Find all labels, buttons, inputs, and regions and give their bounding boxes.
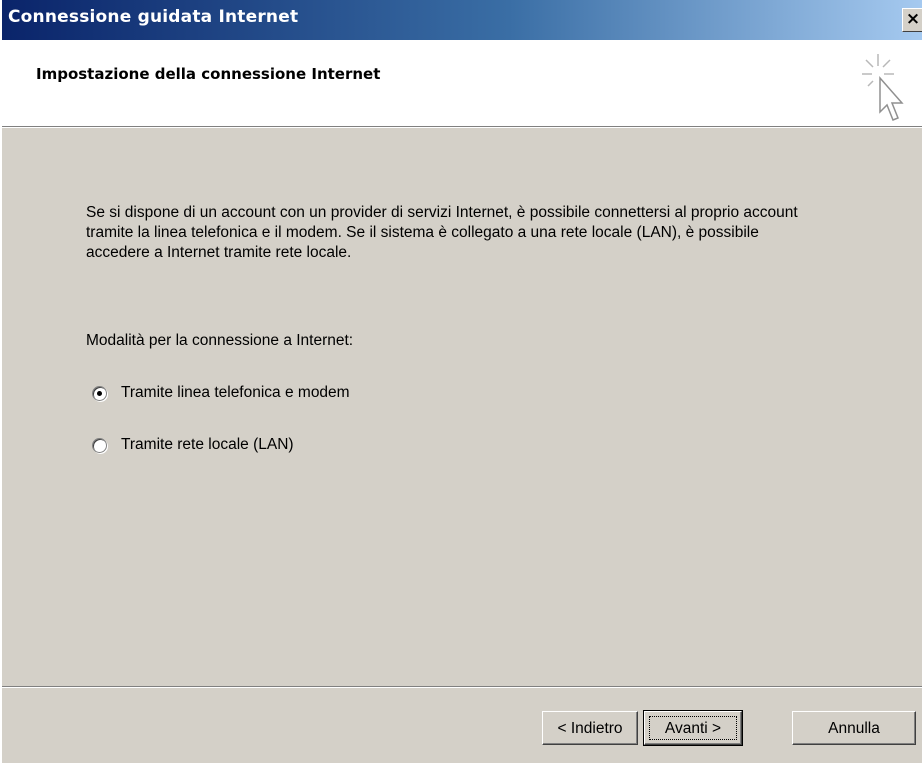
radio-label-modem[interactable]: Tramite linea telefonica e modem [121,384,350,402]
back-button[interactable]: < Indietro [542,711,638,745]
radio-label-lan[interactable]: Tramite rete locale (LAN) [121,436,294,454]
description-text: Se si dispone di un account con un provi… [86,204,798,261]
focus-rectangle [649,716,737,740]
close-button[interactable]: × [902,8,922,32]
title-bar[interactable]: Connessione guidata Internet × [2,0,922,40]
close-icon: × [905,9,921,29]
page-title: Impostazione della connessione Internet [36,65,381,83]
footer-separator [2,686,922,688]
wizard-content: Se si dispone di un account con un provi… [2,128,922,683]
next-button[interactable]: Avanti > [643,710,743,746]
wizard-header: Impostazione della connessione Internet [2,40,922,127]
connection-mode-label: Modalità per la connessione a Internet: [86,332,354,349]
radio-option-modem[interactable]: Tramite linea telefonica e modem [92,382,350,404]
dialog-window: Connessione guidata Internet × Impostazi… [0,0,922,763]
radio-button-checked[interactable] [92,385,107,401]
window-title: Connessione guidata Internet [8,7,299,27]
cancel-button[interactable]: Annulla [792,711,916,745]
radio-option-lan[interactable]: Tramite rete locale (LAN) [92,434,294,456]
radio-button-unchecked[interactable] [92,437,107,453]
